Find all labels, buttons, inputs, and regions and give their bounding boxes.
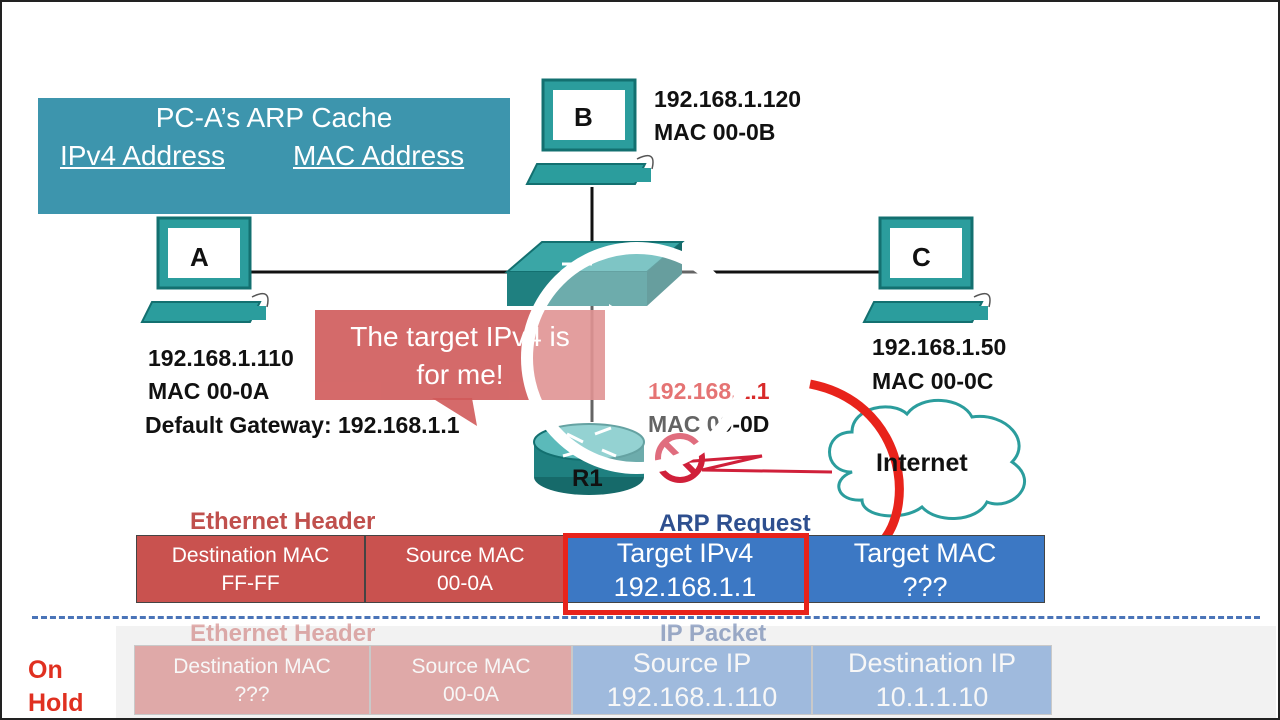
held-cell-src-mac: Source MAC 00-0A (370, 645, 572, 715)
pc-b-label: B (574, 102, 593, 132)
cell-value: 192.168.1.110 (606, 682, 778, 712)
pc-b-mac: MAC 00-0B (654, 119, 776, 145)
divider (32, 616, 1260, 619)
cell-title: Source MAC (405, 544, 525, 567)
cell-title: Destination IP (847, 648, 1017, 678)
cell-value: 00-0A (436, 572, 494, 595)
pc-a-mac: MAC 00-0A (148, 378, 270, 404)
cell-title: Destination MAC (171, 544, 330, 567)
cell-title: Destination MAC (173, 655, 331, 678)
cell-value: ??? (902, 572, 948, 602)
cell-title: Target MAC (853, 538, 997, 568)
held-cell-src-ip: Source IP 192.168.1.110 (572, 645, 812, 715)
cell-title: Source MAC (411, 655, 531, 678)
ip-packet-label: IP Packet (660, 620, 767, 647)
pc-a-gateway: Default Gateway: 192.168.1.1 (145, 412, 460, 438)
on-hold-status: On Hold (28, 654, 84, 718)
cell-value: FF-FF (221, 572, 280, 595)
frame-cell-src-mac: Source MAC 00-0A (365, 535, 565, 603)
ethernet-header-label: Ethernet Header (190, 508, 376, 535)
on-hold-line-2: Hold (28, 689, 84, 717)
cell-value: ??? (234, 683, 270, 706)
held-cell-dest-ip: Destination IP 10.1.1.10 (812, 645, 1052, 715)
pc-c-label: C (912, 242, 931, 272)
pc-b-ip: 192.168.1.120 (654, 86, 802, 112)
held-cell-dest-mac: Destination MAC ??? (134, 645, 370, 715)
pc-a-ip: 192.168.1.110 (148, 345, 294, 371)
on-hold-line-1: On (28, 656, 63, 684)
frame-cell-dest-mac: Destination MAC FF-FF (136, 535, 365, 603)
frame-cell-target-mac: Target MAC ??? (805, 535, 1045, 603)
cell-value: 00-0A (442, 683, 500, 706)
pc-a-label: A (190, 242, 209, 272)
cell-title: Source IP (632, 648, 752, 678)
play-icon[interactable] (517, 238, 757, 478)
pc-c-mac: MAC 00-0C (872, 368, 994, 394)
slide: PC-A’s ARP Cache IPv4 Address MAC Addres… (0, 0, 1280, 720)
target-ipv4-highlight (563, 533, 809, 615)
callout-tail (432, 398, 477, 426)
internet-label: Internet (876, 449, 968, 477)
cell-value: 10.1.1.10 (875, 682, 989, 712)
held-ethernet-label: Ethernet Header (190, 620, 376, 647)
pc-c-ip: 192.168.1.50 (872, 334, 1007, 360)
